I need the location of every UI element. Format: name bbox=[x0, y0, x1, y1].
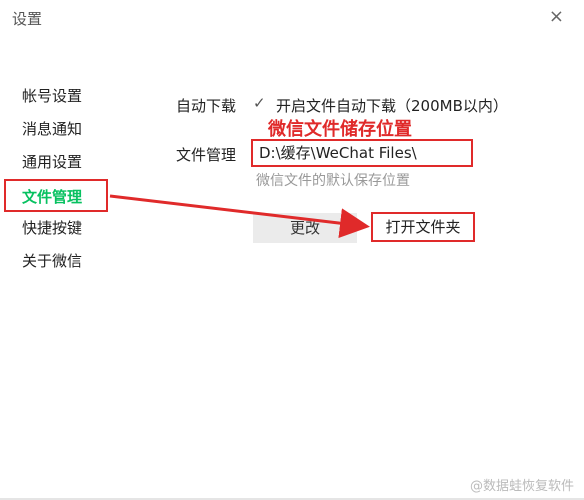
file-path-field[interactable]: D:\缓存\WeChat Files\ bbox=[251, 139, 473, 167]
sidebar-item-account[interactable]: 帐号设置 bbox=[0, 80, 110, 113]
sidebar-item-about[interactable]: 关于微信 bbox=[0, 245, 110, 278]
window-title: 设置 bbox=[12, 10, 43, 28]
sidebar-item-notifications[interactable]: 消息通知 bbox=[0, 113, 110, 146]
sidebar: 帐号设置 消息通知 通用设置 文件管理 快捷按键 关于微信 bbox=[0, 80, 110, 278]
auto-download-checkbox[interactable]: ✓ bbox=[253, 95, 269, 111]
sidebar-item-general[interactable]: 通用设置 bbox=[0, 146, 110, 179]
settings-window: 设置 × 帐号设置 消息通知 通用设置 文件管理 快捷按键 关于微信 自动下载 … bbox=[0, 0, 584, 500]
open-folder-button[interactable]: 打开文件夹 bbox=[371, 212, 475, 242]
sidebar-item-file-management[interactable]: 文件管理 bbox=[4, 179, 108, 212]
close-icon[interactable]: × bbox=[549, 6, 564, 27]
file-path-hint: 微信文件的默认保存位置 bbox=[256, 173, 410, 189]
change-button[interactable]: 更改 bbox=[253, 213, 357, 243]
auto-download-checkbox-label[interactable]: 开启文件自动下载（200MB以内） bbox=[276, 95, 508, 116]
sidebar-item-shortcuts[interactable]: 快捷按键 bbox=[0, 212, 110, 245]
storage-location-annotation: 微信文件储存位置 bbox=[268, 119, 412, 140]
file-management-label: 文件管理 bbox=[176, 146, 237, 164]
auto-download-label: 自动下载 bbox=[176, 97, 237, 115]
watermark-text: @数据蛙恢复软件 bbox=[469, 479, 574, 494]
